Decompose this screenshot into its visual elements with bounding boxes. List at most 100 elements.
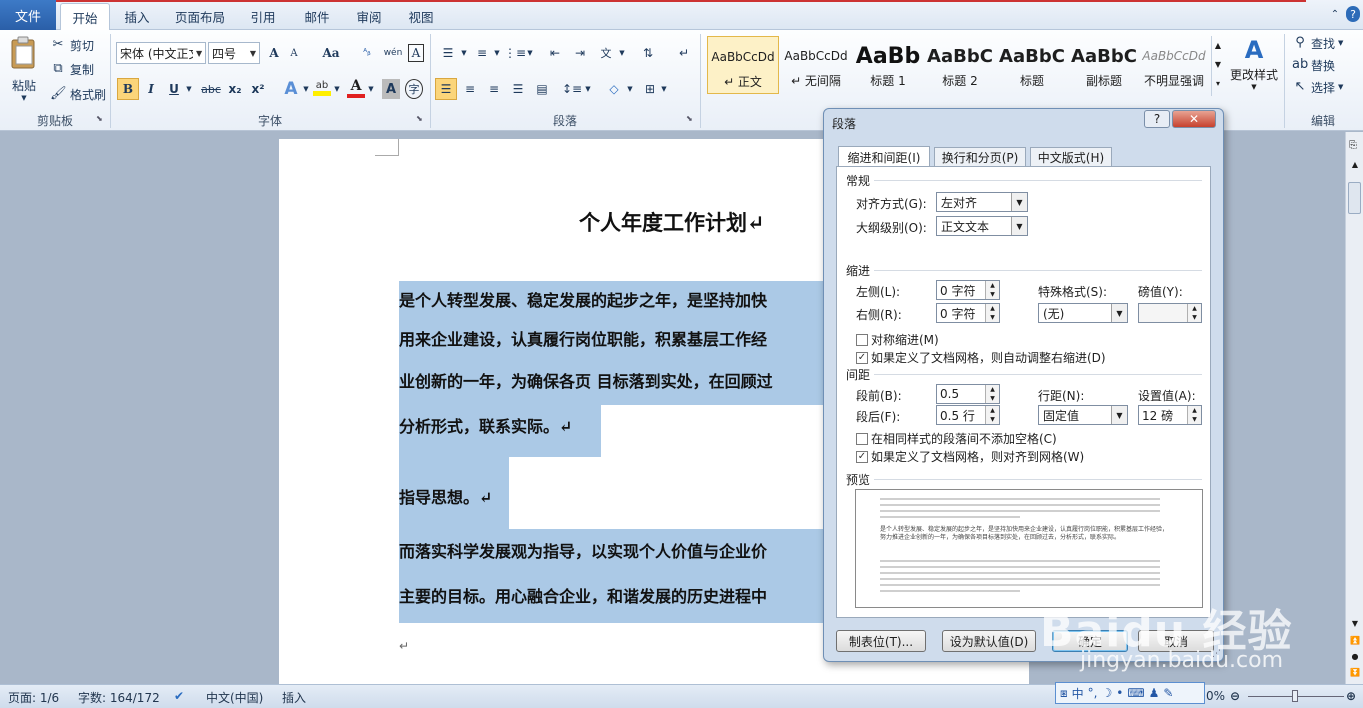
checkbox-box[interactable] [856,432,868,445]
font-launcher-icon[interactable]: ⬊ [416,114,423,123]
tab-references[interactable]: 引用 [240,3,286,30]
mirror-indents-checkbox[interactable]: 对称缩进(M) [856,331,939,348]
multilevel-list-icon[interactable]: ⋮≡ [504,44,526,62]
text-effects-icon[interactable]: A [282,78,300,100]
format-painter-button[interactable]: 🖌 格式刷 [50,85,106,103]
decrease-indent-icon[interactable]: ⇤ [545,44,565,62]
help-icon[interactable]: ? [1346,6,1360,22]
auto-adjust-indent-checkbox[interactable]: ✓ 如果定义了文档网格，则自动调整右缩进(D) [856,349,1106,366]
tab-home[interactable]: 开始 [60,3,110,30]
clear-format-icon[interactable]: ᴬᵦ [358,44,376,62]
strikethrough-button[interactable]: abc [200,79,222,99]
indent-left-input[interactable]: 0 字符 ▲ ▼ [936,280,1000,300]
enclose-char-icon[interactable]: 字 [405,79,423,99]
spacing-before-input[interactable]: 0.5 ▲ ▼ [936,384,1000,404]
ime-wrench-icon[interactable]: ✎ [1163,686,1173,700]
indent-right-input[interactable]: 0 字符 ▲ ▼ [936,303,1000,323]
highlight-icon[interactable]: ab [313,80,331,98]
style-subtitle[interactable]: AaBbC 副标题 [1068,36,1140,94]
style-no-spacing[interactable]: AaBbCcDd ↵ 无间隔 [780,36,852,94]
style-normal[interactable]: AaBbCcDd ↵ 正文 [707,36,779,94]
page-count[interactable]: 页面: 1/6 [8,689,59,706]
phonetic-guide-button[interactable]: wén [382,44,404,62]
vertical-scrollbar[interactable]: ⎘ ▲ ▼ ⏫ ● ⏬ [1345,132,1363,684]
replace-button[interactable]: ab 替换 [1292,56,1335,74]
ime-user-icon[interactable]: ♟ [1149,686,1160,700]
font-color-icon[interactable]: A [347,78,365,100]
word-count[interactable]: 字数: 164/172 [78,689,160,706]
set-default-button[interactable]: 设为默认值(D) [942,630,1036,652]
char-border-button[interactable]: A [408,44,424,62]
chevron-down-icon[interactable]: ▼ [301,79,311,99]
font-name-combo[interactable]: 宋体 (中文正文)▼ [116,42,206,64]
spinner-icon[interactable]: ▲ ▼ [985,406,999,424]
zoom-out-icon[interactable]: ⊖ [1230,689,1240,703]
ime-punct-icon[interactable]: °, [1088,686,1098,700]
special-indent-select[interactable]: (无) ▼ [1038,303,1128,323]
line-spacing-at-input[interactable]: 12 磅 ▲ ▼ [1138,405,1202,425]
chevron-down-icon[interactable]: ▼ [618,44,626,62]
scroll-up-icon[interactable]: ▲ [1348,160,1362,172]
clipboard-launcher-icon[interactable]: ⬊ [96,114,103,123]
tabs-button[interactable]: 制表位(T)... [836,630,926,652]
snap-to-grid-checkbox[interactable]: ✓ 如果定义了文档网格，则对齐到网格(W) [856,448,1084,465]
spacing-after-input[interactable]: 0.5 行 ▲ ▼ [936,405,1000,425]
ime-logo-icon[interactable]: ⧆ [1060,686,1068,701]
spinner-icon[interactable]: ▲ ▼ [1187,304,1201,322]
paste-button[interactable]: 粘贴 ▼ [6,34,42,106]
spinner-icon[interactable]: ▲ ▼ [1187,406,1201,424]
tab-view[interactable]: 视图 [398,3,444,30]
line-spacing-icon[interactable]: ↕≡ [562,79,582,99]
ime-keyboard-icon[interactable]: ⌨ [1127,686,1144,700]
paragraph-launcher-icon[interactable]: ⬊ [686,114,693,123]
char-shading-icon[interactable]: A [382,79,400,99]
spinner-icon[interactable]: ▲ ▼ [985,385,999,403]
chevron-down-icon[interactable]: ▼ [184,79,194,99]
align-right-icon[interactable]: ≡ [484,79,504,99]
superscript-button[interactable]: x² [249,79,267,99]
chevron-down-icon[interactable]: ▼ [493,44,501,62]
minimize-ribbon-icon[interactable]: ⌃ [1328,6,1342,22]
ime-dot-icon[interactable]: • [1116,686,1123,700]
find-button[interactable]: ⚲ 查找 ▼ [1292,34,1343,52]
dialog-help-button[interactable]: ? [1144,110,1170,128]
ime-moon-icon[interactable]: ☽ [1101,686,1112,700]
spinner-icon[interactable]: ▲ ▼ [985,281,999,299]
shading-icon[interactable]: ◇ [604,79,624,99]
justify-icon[interactable]: ☰ [508,79,528,99]
subscript-button[interactable]: x₂ [226,79,244,99]
borders-icon[interactable]: ⊞ [640,79,660,99]
show-marks-icon[interactable]: ↵ [674,44,694,62]
language-indicator[interactable]: 中文(中国) [206,689,263,706]
tab-insert[interactable]: 插入 [114,3,160,30]
checkmark-icon[interactable]: ✓ [856,450,868,463]
sort-icon[interactable]: ⇅ [638,44,658,62]
distribute-icon[interactable]: ▤ [532,79,552,99]
zoom-in-icon[interactable]: ⊕ [1346,689,1356,703]
next-page-icon[interactable]: ⏬ [1348,668,1362,680]
align-left-icon[interactable]: ☰ [435,78,457,100]
outline-level-select[interactable]: 正文文本 ▼ [936,216,1028,236]
indent-by-input[interactable]: ▲ ▼ [1138,303,1202,323]
align-center-icon[interactable]: ≡ [460,79,480,99]
no-space-same-style-checkbox[interactable]: 在相同样式的段落间不添加空格(C) [856,430,1057,447]
proofing-icon[interactable]: ✔ [174,689,184,703]
previous-page-icon[interactable]: ⏫ [1348,636,1362,648]
tab-file[interactable]: 文件 [0,0,56,30]
tab-line-page-breaks[interactable]: 换行和分页(P) [934,147,1026,167]
bullets-icon[interactable]: ☰ [438,44,458,62]
grow-font-button[interactable]: A [266,44,282,62]
ruler-toggle-icon[interactable]: ⎘ [1349,140,1361,154]
chevron-down-icon[interactable]: ▼ [660,79,668,99]
copy-button[interactable]: ⧉ 复制 [50,60,94,78]
numbering-icon[interactable]: ≡ [472,44,492,62]
underline-button[interactable]: U [166,79,182,99]
dialog-close-button[interactable]: ✕ [1172,110,1216,128]
cut-button[interactable]: ✂ 剪切 [50,36,94,54]
zoom-level[interactable]: 0% [1206,689,1225,703]
bold-button[interactable]: B [117,78,139,100]
tab-page-layout[interactable]: 页面布局 [166,3,234,30]
insert-mode[interactable]: 插入 [282,689,306,706]
checkbox-box[interactable] [856,333,868,346]
ime-mode[interactable]: 中 [1072,685,1084,702]
